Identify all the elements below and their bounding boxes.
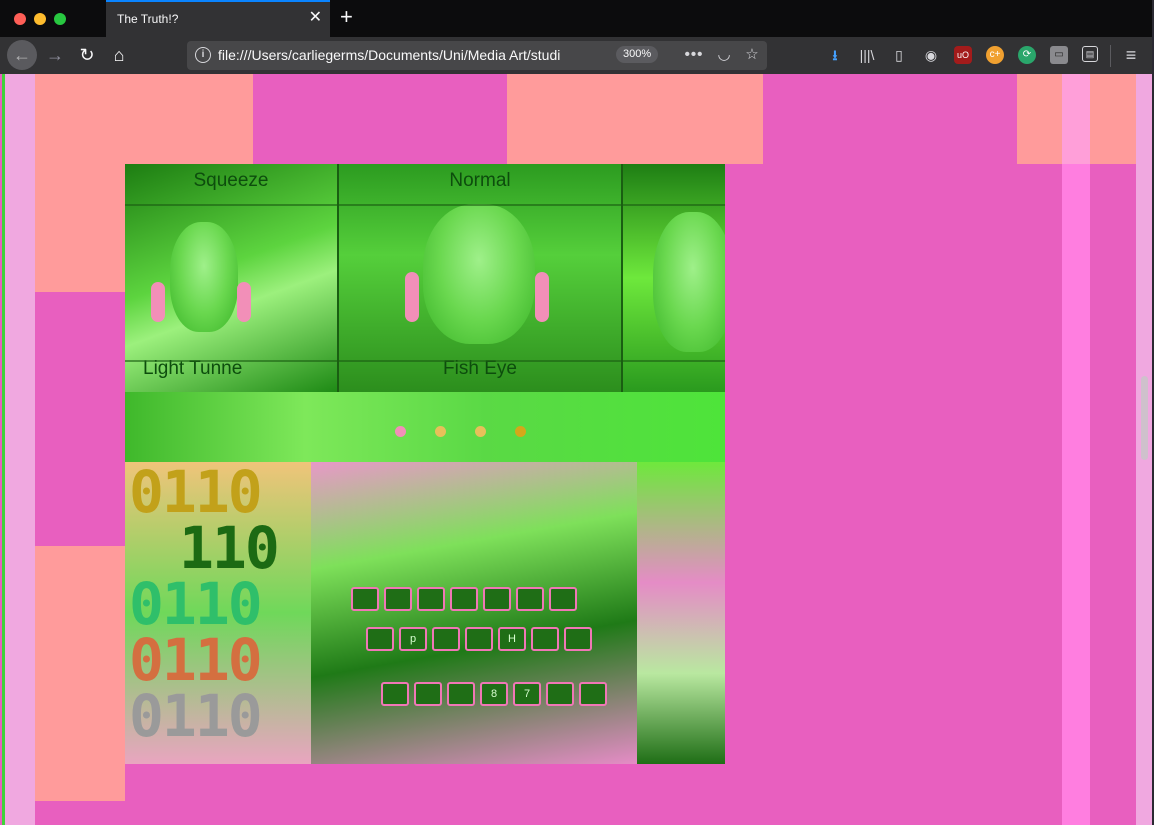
partial-cell: [623, 164, 725, 392]
keyboard-key: [549, 587, 577, 611]
grid-line: [337, 164, 339, 392]
sidebar-icon[interactable]: ▯: [890, 46, 908, 64]
salmon-block: [1017, 74, 1062, 164]
ublock-extension-icon[interactable]: uO: [954, 46, 972, 64]
side-cell: [637, 462, 725, 764]
reload-button[interactable]: ↻: [72, 40, 102, 70]
keyboard-key: [366, 627, 394, 651]
keyboard-key: [516, 587, 544, 611]
keyboard-key: [351, 587, 379, 611]
tab-title: The Truth!?: [117, 12, 179, 26]
keyboard-key: H: [498, 627, 526, 651]
salmon-block: [35, 164, 125, 292]
bookmark-star-icon[interactable]: ☆: [742, 46, 762, 66]
salmon-block: [35, 74, 253, 164]
page-content: Squeeze Light Tunne Normal Fish Eye 0110…: [0, 74, 1152, 825]
tab-strip: The Truth!? ✕ +: [0, 0, 1152, 37]
toolbar-divider: [1110, 45, 1111, 67]
binary-line: 0110: [129, 626, 263, 694]
keyboard-row: [351, 587, 577, 611]
pocket-icon[interactable]: ◡: [714, 46, 734, 66]
glitch-video-artwork: Squeeze Light Tunne Normal Fish Eye 0110…: [125, 164, 725, 764]
bright-pink-stripe: [1062, 74, 1090, 825]
new-tab-button[interactable]: +: [340, 6, 353, 28]
keyboard-key: 8: [480, 682, 508, 706]
account-icon[interactable]: ◉: [922, 46, 940, 64]
grid-line: [125, 204, 725, 206]
binary-text: 0110 110 0110 0110 0110: [129, 462, 280, 750]
carousel-dots[interactable]: [395, 422, 555, 442]
light-pink-strip: [5, 74, 35, 825]
coupon-extension-icon[interactable]: c+: [986, 46, 1004, 64]
keyboard-key: [414, 682, 442, 706]
keyboard-key: [447, 682, 475, 706]
grid-line: [125, 360, 725, 362]
browser-window: The Truth!? ✕ + ← → ↻ ⌂ i file:///Users/…: [0, 0, 1152, 825]
keyboard-key: [381, 682, 409, 706]
library-icon[interactable]: |||\: [858, 46, 876, 64]
keyboard-key: [579, 682, 607, 706]
binary-line: 0110: [129, 570, 263, 638]
screenshot-extension-icon[interactable]: ▭: [1050, 46, 1068, 64]
close-window-button[interactable]: [14, 13, 26, 25]
label-squeeze: Squeeze: [193, 170, 269, 191]
zoom-window-button[interactable]: [54, 13, 66, 25]
keyboard-key: [483, 587, 511, 611]
reader-extension-icon[interactable]: ▤: [1082, 46, 1098, 62]
keyboard-key: [417, 587, 445, 611]
label-normal: Normal: [449, 170, 511, 191]
binary-line: 0110: [129, 462, 263, 526]
keyboard-key: [450, 587, 478, 611]
keyboard-row: 8 7: [381, 682, 607, 706]
salmon-block: [1090, 74, 1136, 164]
face-squeezed: [170, 222, 238, 332]
face-normal: [423, 204, 535, 344]
download-icon[interactable]: ⭳: [826, 46, 844, 64]
keyboard-row: p H: [366, 627, 592, 651]
keyboard-key: p: [399, 627, 427, 651]
info-icon[interactable]: i: [195, 47, 211, 63]
headphone-left: [405, 272, 419, 322]
vertical-scrollbar[interactable]: [1141, 376, 1148, 460]
headphone-left: [151, 282, 165, 322]
hamburger-menu-icon[interactable]: ≡: [1122, 46, 1140, 64]
minimize-window-button[interactable]: [34, 13, 46, 25]
url-bar[interactable]: i file:///Users/carliegerms/Documents/Un…: [187, 41, 767, 70]
keyboard-cell: p H 8 7: [311, 462, 637, 764]
grid-line: [621, 164, 623, 392]
tab-the-truth[interactable]: The Truth!? ✕: [106, 0, 330, 37]
forward-button[interactable]: →: [40, 40, 70, 70]
url-input[interactable]: file:///Users/carliegerms/Documents/Uni/…: [218, 47, 578, 63]
keyboard-key: [465, 627, 493, 651]
binary-line: 110: [179, 514, 280, 582]
keyboard-key: [432, 627, 460, 651]
salmon-block: [35, 546, 125, 801]
headphone-right: [535, 272, 549, 322]
keyboard-key: [384, 587, 412, 611]
binary-line: 0110: [129, 682, 263, 750]
keyboard-key: 7: [513, 682, 541, 706]
home-button[interactable]: ⌂: [104, 40, 134, 70]
face-partial: [653, 212, 725, 352]
binary-cell: 0110 110 0110 0110 0110: [125, 462, 311, 764]
keyboard-key: [546, 682, 574, 706]
back-button[interactable]: ←: [7, 40, 37, 70]
carousel-dot[interactable]: [475, 426, 486, 437]
keyboard-key: [531, 627, 559, 651]
sync-extension-icon[interactable]: ⟳: [1018, 46, 1036, 64]
bright-pink-stripe-top: [1062, 74, 1090, 164]
carousel-dot[interactable]: [515, 426, 526, 437]
close-icon[interactable]: ✕: [309, 10, 322, 26]
more-actions-icon[interactable]: •••: [684, 46, 704, 66]
zoom-level-badge[interactable]: 300%: [616, 46, 659, 63]
headphone-right: [237, 282, 251, 322]
squeeze-cell: Squeeze Light Tunne: [125, 164, 337, 392]
normal-cell: Normal Fish Eye: [339, 164, 621, 392]
carousel-dot[interactable]: [435, 426, 446, 437]
keyboard-key: [564, 627, 592, 651]
salmon-block: [507, 74, 763, 164]
carousel-dot[interactable]: [395, 426, 406, 437]
nav-toolbar: ← → ↻ ⌂ i file:///Users/carliegerms/Docu…: [0, 37, 1152, 74]
